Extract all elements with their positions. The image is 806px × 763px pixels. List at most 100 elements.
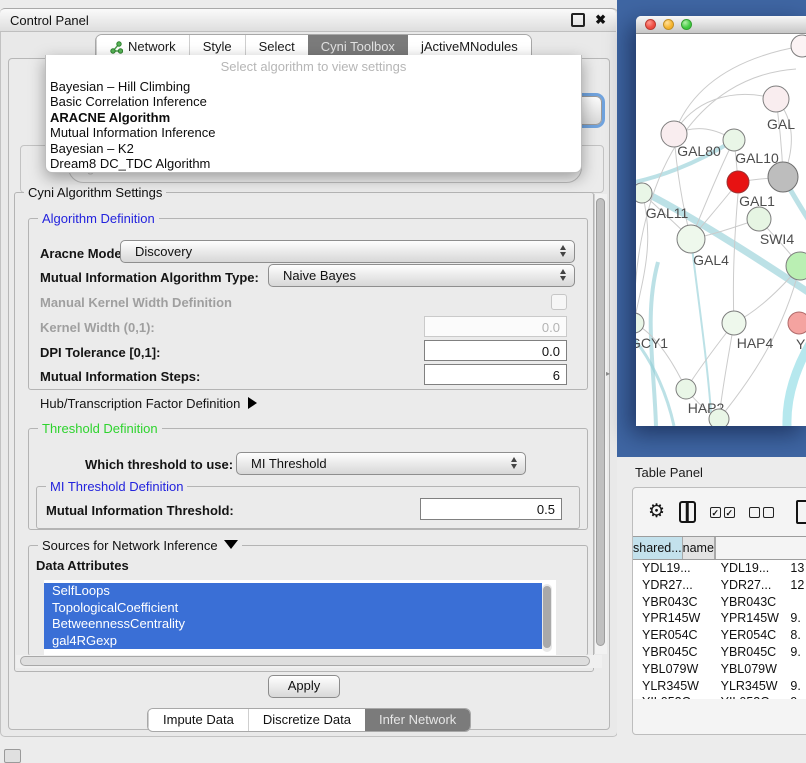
algorithm-option[interactable]: Basic Correlation Inference [46, 94, 581, 109]
attribute-item[interactable]: BetweennessCentrality [44, 616, 542, 633]
attribute-item[interactable]: gal4RGexp [44, 633, 542, 650]
bottom-tab-label: Discretize Data [263, 712, 351, 727]
aracne-mode-value: Discovery [135, 244, 192, 259]
pane-divider-grip[interactable]: ▸ [606, 369, 612, 378]
node-label: GAL80 [677, 143, 721, 159]
sources-title[interactable]: Sources for Network Inference [38, 538, 242, 553]
new-table-icon[interactable] [796, 500, 806, 524]
node-label: GAL1 [739, 193, 775, 209]
collapse-down-icon [224, 540, 238, 549]
attribute-item[interactable]: SelfLoops [44, 583, 542, 600]
close-icon[interactable]: ✖ [595, 15, 606, 25]
cell-name: YBR043C [712, 594, 782, 611]
columns-icon[interactable] [679, 501, 696, 523]
cell-value: 9. [781, 678, 806, 695]
YIL052C[interactable]: YIL052C YIL052C 9. [633, 694, 806, 699]
cell-shared-name: YBL079W [633, 661, 712, 678]
node-label: HAP4 [737, 335, 774, 351]
network-node[interactable] [636, 183, 652, 203]
network-node[interactable] [727, 171, 749, 193]
attribute-list-scroll-thumb[interactable] [543, 586, 551, 648]
network-node[interactable] [709, 409, 729, 426]
aracne-mode-combo[interactable]: Discovery [120, 240, 575, 263]
mi-steps-field[interactable]: 6 [424, 364, 567, 385]
minimized-panel-icon[interactable] [4, 749, 21, 763]
YER054C[interactable]: YER054C YER054C 8. [633, 627, 806, 644]
cell-shared-name: YBR045C [633, 644, 712, 661]
gear-icon[interactable]: ⚙ [648, 502, 665, 522]
network-svg: GALGAL80GAL10GAL1GAL11SWI4GAL4GCY1HAP4YH… [636, 34, 806, 426]
apply-button[interactable]: Apply [268, 675, 340, 698]
bottom-tab-bar: Impute Data Discretize Data Infer Networ… [147, 708, 471, 732]
close-traffic-icon[interactable] [645, 19, 656, 30]
cell-value [781, 661, 806, 678]
network-node[interactable] [763, 86, 789, 112]
stepper-arrows-icon [560, 269, 566, 281]
attribute-item[interactable]: TopologicalCoefficient [44, 600, 542, 617]
column-header[interactable] [715, 537, 716, 559]
deselect-all-checks-icon[interactable] [749, 507, 774, 518]
network-canvas[interactable]: GALGAL80GAL10GAL1GAL11SWI4GAL4GCY1HAP4YH… [636, 34, 806, 426]
hub-definition-toggle[interactable]: Hub/Transcription Factor Definition [40, 396, 257, 411]
column-header[interactable]: name [683, 537, 715, 559]
network-node[interactable] [722, 311, 746, 335]
cell-value: 9. [781, 694, 806, 699]
bottom-tab-label: Impute Data [163, 712, 234, 727]
network-node[interactable] [791, 35, 806, 57]
cell-name: YDR27... [712, 577, 782, 594]
node-table: shared... name YDL19... YDL19... 13 [633, 536, 806, 699]
algorithm-option[interactable]: Bayesian – Hill Climbing [46, 79, 581, 94]
mi-type-combo[interactable]: Naive Bayes [268, 264, 575, 287]
network-node[interactable] [768, 162, 798, 192]
zoom-traffic-icon[interactable] [681, 19, 692, 30]
node-label: GAL [767, 116, 795, 132]
tab-impute-data[interactable]: Impute Data [148, 709, 248, 731]
float-window-icon[interactable] [571, 13, 585, 27]
dropdown-prompt: Select algorithm to view settings [46, 55, 581, 79]
which-threshold-combo[interactable]: MI Threshold [236, 452, 526, 475]
YBR045C[interactable]: YBR045C YBR045C 9. [633, 644, 806, 661]
minimize-traffic-icon[interactable] [663, 19, 674, 30]
tab-discretize-data[interactable]: Discretize Data [248, 709, 365, 731]
network-node[interactable] [636, 313, 644, 333]
algorithm-option[interactable]: ARACNE Algorithm [46, 110, 581, 125]
data-attributes-label: Data Attributes [36, 558, 129, 573]
algorithm-option[interactable]: Mutual Information Inference [46, 125, 581, 140]
control-panel-titlebar: Control Panel ✖ [0, 8, 616, 32]
select-all-checks-icon[interactable]: ✓✓ [710, 507, 735, 518]
table-header-row: shared... name [633, 536, 806, 560]
cell-name: YLR345W [712, 678, 782, 695]
column-header[interactable]: shared... [633, 537, 683, 559]
YPR145W[interactable]: YPR145W YPR145W 9. [633, 610, 806, 627]
table-body: YDL19... YDL19... 13 YDR27... YDR27... 1… [633, 560, 806, 699]
YDL19...[interactable]: YDL19... YDL19... 13 [633, 560, 806, 577]
which-threshold-value: MI Threshold [251, 456, 327, 471]
cell-shared-name: YER054C [633, 627, 712, 644]
manual-kernel-checkbox[interactable] [551, 294, 567, 310]
tab-infer-network[interactable]: Infer Network [365, 709, 470, 731]
settings-horizontal-scroll-thumb[interactable] [20, 656, 590, 666]
kernel-width-field[interactable]: 0.0 [424, 316, 567, 337]
algorithm-list: Bayesian – Hill Climbing Basic Correlati… [46, 79, 581, 171]
dpi-tolerance-field[interactable]: 0.0 [424, 340, 567, 361]
YBL079W[interactable]: YBL079W YBL079W [633, 661, 806, 678]
node-label: SWI4 [760, 231, 794, 247]
network-window-titlebar[interactable] [636, 16, 806, 34]
network-node[interactable] [676, 379, 696, 399]
algorithm-option[interactable]: Bayesian – K2 [46, 141, 581, 156]
mi-threshold-field[interactable]: 0.5 [420, 498, 562, 520]
YBR043C[interactable]: YBR043C YBR043C [633, 594, 806, 611]
cell-name: YDL19... [712, 560, 782, 577]
settings-vertical-scroll-thumb[interactable] [596, 198, 605, 646]
network-node[interactable] [677, 225, 705, 253]
network-node[interactable] [723, 129, 745, 151]
column-header-label: shared... [633, 541, 682, 555]
algorithm-option[interactable]: Dream8 DC_TDC Algorithm [46, 156, 581, 171]
algorithm-definition-title: Algorithm Definition [38, 211, 159, 226]
YLR345W[interactable]: YLR345W YLR345W 9. [633, 678, 806, 695]
network-node[interactable] [747, 207, 771, 231]
aracne-mode-label: Aracne Mode: [40, 246, 126, 261]
network-node[interactable] [788, 312, 806, 334]
cell-value: 9. [781, 610, 806, 627]
YDR27...[interactable]: YDR27... YDR27... 12 [633, 577, 806, 594]
